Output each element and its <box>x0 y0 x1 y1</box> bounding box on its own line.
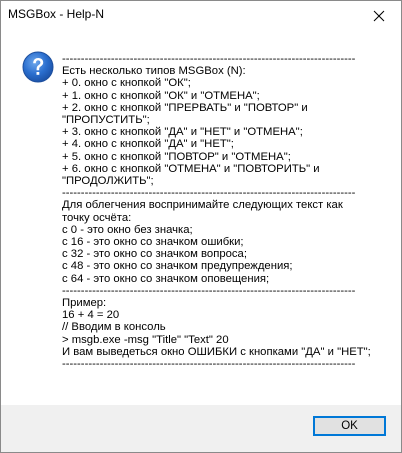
message-line: + 2. окно с кнопкой "ПРЕРВАТЬ" и "ПОВТОР… <box>62 101 308 114</box>
close-button[interactable] <box>357 1 401 31</box>
message-line: > msgb.exe -msg "Title" "Text" 20 <box>62 333 229 346</box>
message-line: + 1. окно с кнопкой "ОК" и "ОТМЕНА"; <box>62 89 260 102</box>
message-line: // Вводим в консоль <box>62 321 166 334</box>
ok-button[interactable]: OK <box>313 416 386 436</box>
message-line: ----------------------------------------… <box>62 284 356 297</box>
ok-button-label: OK <box>341 420 358 432</box>
question-icon <box>22 51 54 83</box>
title-bar[interactable]: MSGBox - Help-N <box>1 1 401 31</box>
message-line: "ПРОДОЛЖИТЬ"; <box>62 175 154 188</box>
message-box-window: MSGBox - Help-N ------------------------… <box>0 0 402 453</box>
message-line: 16 + 4 = 20 <box>62 309 120 322</box>
button-bar: OK <box>1 405 401 452</box>
message-line: И вам выведеться окно ОШИБКИ с кнопками … <box>62 345 371 358</box>
close-icon <box>373 10 385 22</box>
message-line: + 0. окно с кнопкой "ОК"; <box>62 77 191 90</box>
message-line: ----------------------------------------… <box>62 358 356 371</box>
message-line: Для облегчения воспринимайте следующих т… <box>62 199 343 212</box>
message-line: с 32 - это окно со значком вопроса; <box>62 248 247 261</box>
message-line: "ПРОПУСТИТЬ"; <box>62 114 150 127</box>
message-line: + 5. окно с кнопкой "ПОВТОР" и "ОТМЕНА"; <box>62 150 291 163</box>
message-line: с 16 - это окно со значком ошибки; <box>62 236 244 249</box>
message-line: + 3. окно с кнопкой "ДА" и "НЕТ" и "ОТМЕ… <box>62 126 303 139</box>
message-line: Есть несколько типов MSGBox (N): <box>62 65 246 78</box>
message-line: + 4. окно с кнопкой "ДА" и "НЕТ"; <box>62 138 234 151</box>
message-line: ----------------------------------------… <box>62 53 356 65</box>
message-line: + 6. окно с кнопкой "ОТМЕНА" и "ПОВТОРИТ… <box>62 162 320 175</box>
window-title: MSGBox - Help-N <box>8 7 105 21</box>
message-line: ----------------------------------------… <box>62 187 356 200</box>
message-line: с 48 - это окно со значком предупреждени… <box>62 260 293 273</box>
message-text: ----------------------------------------… <box>62 53 392 370</box>
message-line: с 64 - это окно со значком оповещения; <box>62 272 270 285</box>
message-line: точку осчёта: <box>62 211 132 224</box>
message-content-area: ----------------------------------------… <box>1 31 401 405</box>
message-line: с 0 - это окно без значка; <box>62 223 193 236</box>
message-line: Пример: <box>62 297 107 310</box>
